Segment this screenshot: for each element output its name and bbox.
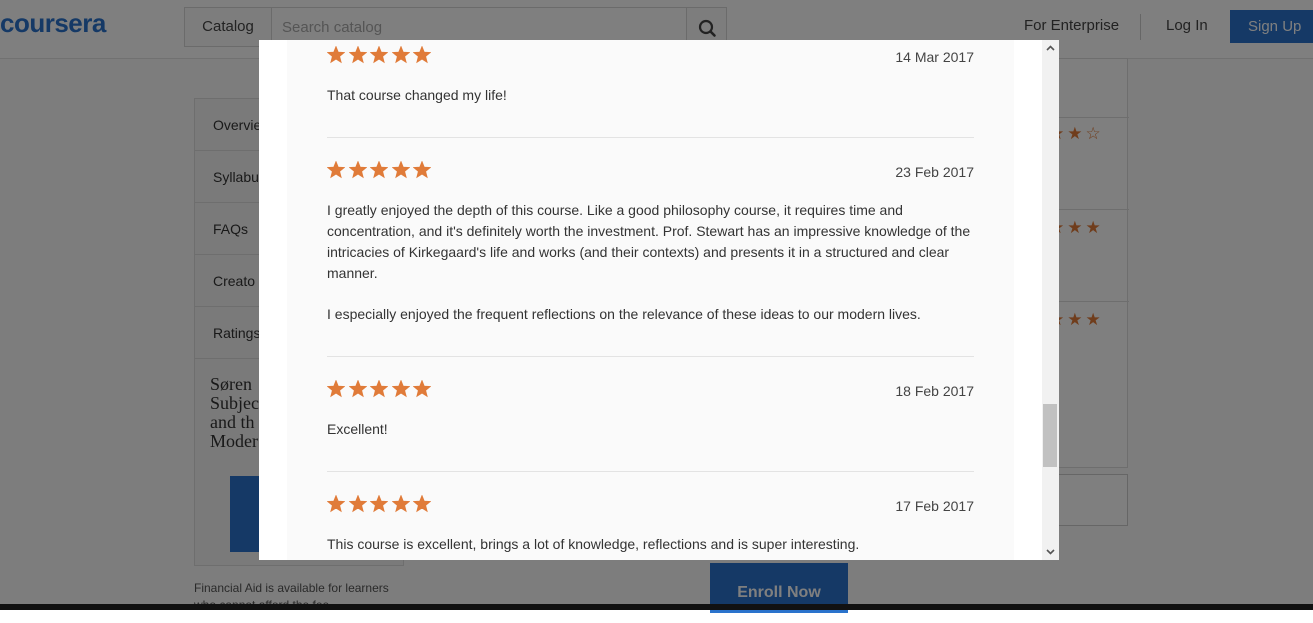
review-text: This course is excellent, brings a lot o… bbox=[327, 536, 860, 552]
star-icon bbox=[327, 46, 345, 64]
star-icon bbox=[348, 380, 367, 398]
review-item: 23 Feb 2017 I greatly enjoyed the depth … bbox=[327, 155, 974, 357]
chevron-down-icon bbox=[1046, 549, 1055, 555]
star-icon bbox=[391, 161, 410, 179]
star-icon bbox=[327, 380, 345, 398]
reviews-list: 14 Mar 2017 That course changed my life!… bbox=[287, 40, 1014, 560]
review-text: I greatly enjoyed the depth of this cour… bbox=[327, 202, 971, 281]
star-icon bbox=[348, 495, 367, 513]
star-icon bbox=[413, 46, 432, 64]
review-text: That course changed my life! bbox=[327, 87, 507, 103]
star-icon bbox=[370, 380, 389, 398]
review-stars bbox=[327, 380, 435, 398]
review-item: 17 Feb 2017 This course is excellent, br… bbox=[327, 489, 974, 560]
star-icon bbox=[391, 495, 410, 513]
reviews-modal: 14 Mar 2017 That course changed my life!… bbox=[259, 40, 1059, 560]
review-stars bbox=[327, 46, 435, 64]
scroll-thumb[interactable] bbox=[1043, 404, 1057, 467]
review-item: 18 Feb 2017 Excellent! bbox=[327, 374, 974, 472]
chevron-up-icon bbox=[1046, 45, 1055, 51]
review-stars bbox=[327, 161, 435, 179]
star-icon bbox=[413, 161, 432, 179]
review-stars bbox=[327, 495, 435, 513]
star-icon bbox=[370, 46, 389, 64]
scroll-up-button[interactable] bbox=[1042, 40, 1059, 57]
review-text: I especially enjoyed the frequent reflec… bbox=[327, 306, 921, 322]
star-icon bbox=[327, 161, 345, 179]
star-icon bbox=[348, 161, 367, 179]
review-date: 17 Feb 2017 bbox=[895, 498, 974, 514]
modal-scrollbar[interactable] bbox=[1042, 40, 1059, 560]
star-icon bbox=[391, 46, 410, 64]
review-date: 23 Feb 2017 bbox=[895, 164, 974, 180]
review-date: 14 Mar 2017 bbox=[895, 49, 974, 65]
star-icon bbox=[370, 495, 389, 513]
star-icon bbox=[391, 380, 410, 398]
star-icon bbox=[327, 495, 345, 513]
review-text: Excellent! bbox=[327, 421, 388, 437]
review-item: 14 Mar 2017 That course changed my life! bbox=[327, 40, 974, 138]
scroll-down-button[interactable] bbox=[1042, 543, 1059, 560]
review-date: 18 Feb 2017 bbox=[895, 383, 974, 399]
star-icon bbox=[413, 495, 432, 513]
star-icon bbox=[413, 380, 432, 398]
star-icon bbox=[348, 46, 367, 64]
star-icon bbox=[370, 161, 389, 179]
